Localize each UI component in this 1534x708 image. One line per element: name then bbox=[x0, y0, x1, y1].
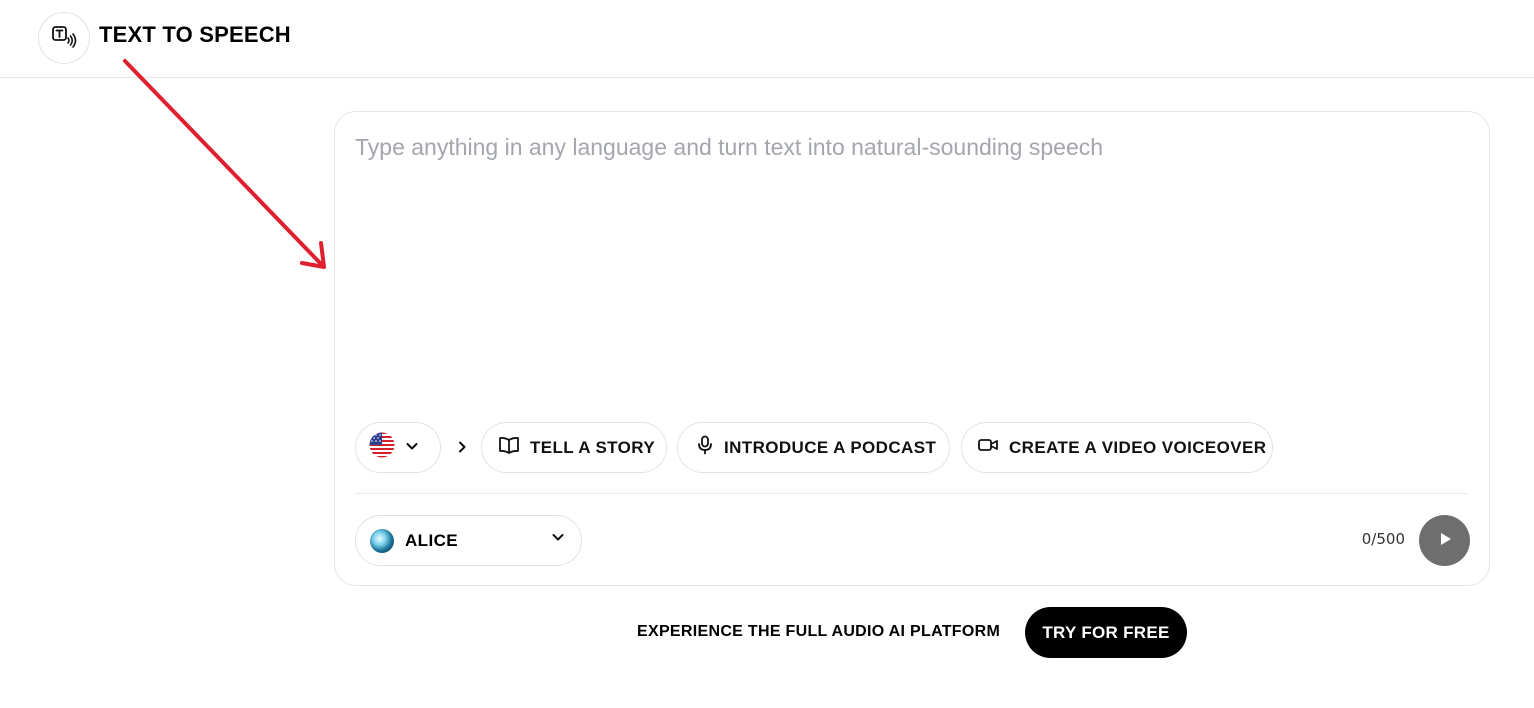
top-bar: TEXT TO SPEECH bbox=[0, 0, 1534, 78]
chevron-down-icon bbox=[551, 530, 565, 549]
play-icon bbox=[1436, 530, 1454, 551]
text-input[interactable] bbox=[355, 134, 1467, 414]
voice-avatar bbox=[370, 528, 394, 553]
chevron-right-icon[interactable] bbox=[450, 435, 474, 459]
tell-a-story-button[interactable]: TELL A STORY bbox=[481, 422, 667, 473]
divider bbox=[355, 493, 1468, 494]
play-button[interactable] bbox=[1419, 515, 1470, 566]
voice-name: ALICE bbox=[405, 530, 458, 550]
chevron-down-icon bbox=[405, 438, 419, 458]
page-title: TEXT TO SPEECH bbox=[99, 22, 291, 47]
create-a-video-voiceover-button[interactable]: CREATE A VIDEO VOICEOVER bbox=[961, 422, 1273, 473]
microphone-icon bbox=[696, 435, 714, 460]
text-to-speech-icon[interactable] bbox=[38, 12, 90, 64]
introduce-a-podcast-button[interactable]: INTRODUCE A PODCAST bbox=[677, 422, 950, 473]
try-for-free-button[interactable]: TRY FOR FREE bbox=[1025, 607, 1187, 658]
book-icon bbox=[498, 435, 520, 460]
language-selector[interactable] bbox=[355, 422, 441, 473]
tts-card: TELL A STORY INTRODUCE A PODCAST CREATE … bbox=[334, 111, 1490, 586]
voice-selector[interactable]: ALICE bbox=[355, 515, 582, 566]
promo-text: EXPERIENCE THE FULL AUDIO AI PLATFORM bbox=[637, 623, 1001, 640]
character-count: 0/500 bbox=[1361, 530, 1405, 548]
us-flag-icon bbox=[369, 432, 395, 463]
video-camera-icon bbox=[977, 436, 999, 459]
